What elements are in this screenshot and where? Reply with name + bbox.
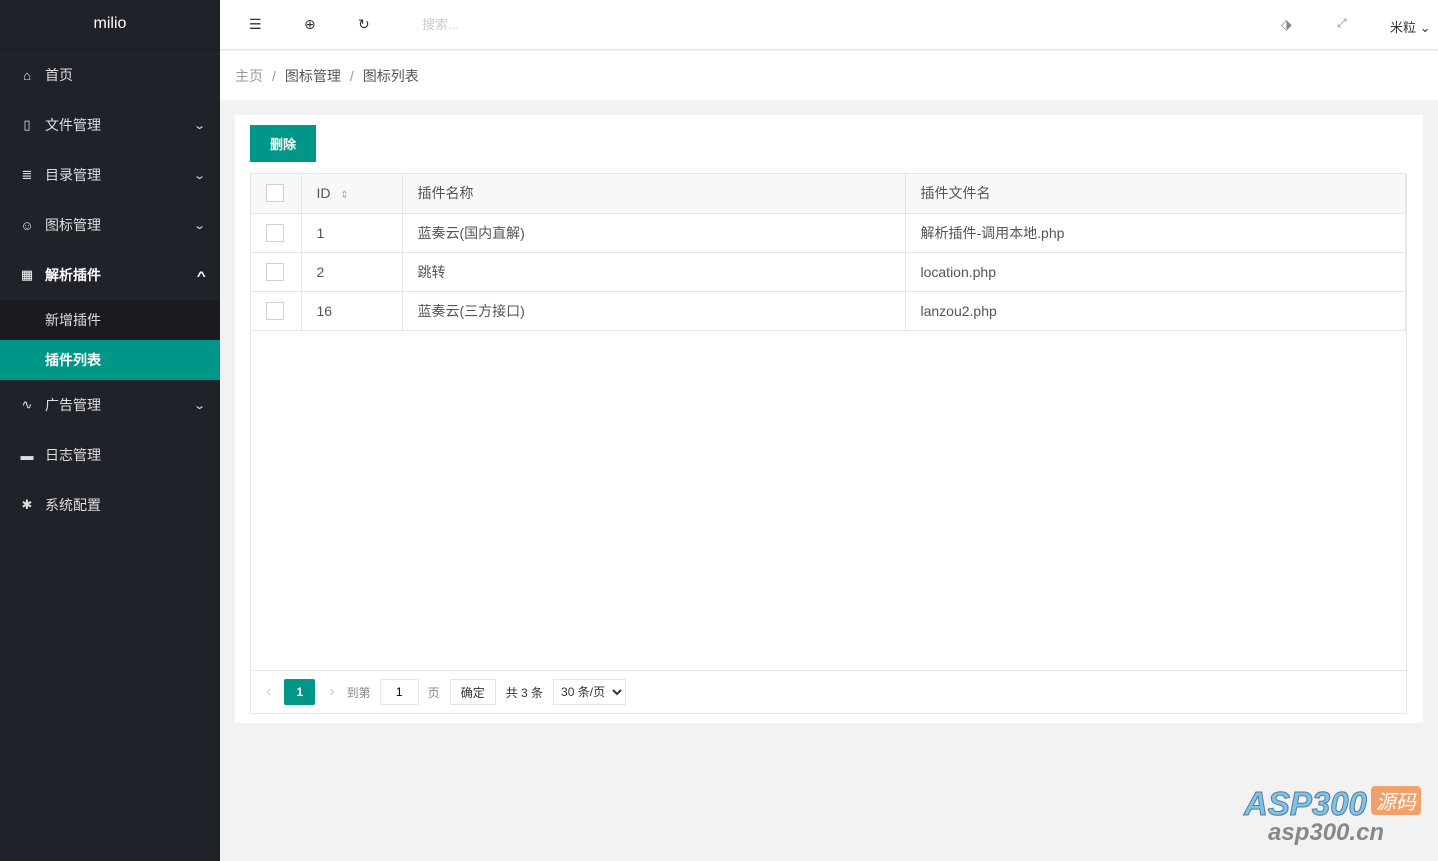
sidebar-item-plugins[interactable]: ▦ 解析插件 ˄ — [0, 250, 220, 300]
goto-page-input[interactable] — [379, 679, 419, 705]
cell-id: 1 — [301, 213, 403, 253]
cell-file: location.php — [905, 252, 1406, 292]
sidebar-item-label: 广告管理 — [45, 397, 101, 413]
chevron-down-icon: ⌄ — [192, 169, 206, 182]
sidebar-item-ads[interactable]: ∿ 广告管理 ⌄ — [0, 380, 220, 430]
next-page-icon[interactable]: › — [329, 683, 334, 701]
cell-id: 16 — [301, 291, 403, 331]
plugin-table: ID ⇕ 插件名称 插件文件名 1 蓝奏云(国内直解) 解析插件-调用本地.php … — [250, 173, 1407, 714]
top-header: ☰ ⊕ ↻ ⬗ ⤢ 米粒 ⌄ — [220, 0, 1438, 50]
file-icon: ▯ — [23, 117, 31, 132]
watermark-brand: ASP300 — [1244, 785, 1368, 823]
breadcrumb-current: 图标列表 — [362, 68, 419, 84]
watermark-url: asp300.cn — [1268, 819, 1385, 846]
sidebar-item-label: 解析插件 — [45, 267, 101, 283]
row-checkbox[interactable] — [266, 301, 284, 320]
cell-name: 蓝奏云(国内直解) — [402, 213, 906, 253]
cell-id: 2 — [301, 252, 403, 292]
cell-file: lanzou2.php — [905, 291, 1406, 331]
sidebar-item-label: 文件管理 — [45, 117, 101, 133]
list-icon: ≣ — [21, 167, 33, 182]
content-card: 删除 ID ⇕ 插件名称 插件文件名 1 蓝奏云(国内直解) 解析插件-调用本地.p… — [235, 115, 1423, 723]
sidebar-item-label: 图标管理 — [45, 217, 101, 233]
sidebar-item-logs[interactable]: ▬ 日志管理 — [0, 430, 220, 480]
watermark-tag: 源码 — [1370, 786, 1421, 815]
apps-icon: ▦ — [20, 267, 34, 282]
chevron-up-icon: ˄ — [196, 269, 206, 281]
table-row: 1 蓝奏云(国内直解) 解析插件-调用本地.php — [251, 213, 1406, 253]
cell-file: 解析插件-调用本地.php — [905, 213, 1406, 253]
chevron-down-icon: ⌄ — [192, 119, 206, 132]
column-file: 插件文件名 — [905, 174, 1406, 214]
app-logo: milio — [0, 0, 220, 50]
column-id[interactable]: ID ⇕ — [301, 174, 403, 214]
user-menu[interactable]: 米粒 ⌄ — [1390, 17, 1431, 36]
breadcrumb: 主页 / 图标管理 / 图标列表 — [220, 51, 1438, 100]
refresh-icon[interactable]: ↻ — [358, 16, 370, 33]
pagination: ‹ 1 › 到第 页 确定 共 3 条 30 条/页 — [251, 670, 1406, 713]
sort-icon[interactable]: ⇕ — [340, 190, 348, 201]
menu-fold-icon[interactable]: ☰ — [249, 16, 262, 33]
sidebar-item-label: 首页 — [45, 67, 73, 83]
page-current[interactable]: 1 — [284, 679, 316, 705]
table-row: 2 跳转 location.php — [251, 252, 1406, 292]
column-name: 插件名称 — [402, 174, 906, 214]
row-checkbox[interactable] — [266, 223, 284, 242]
delete-button[interactable]: 删除 — [250, 125, 316, 162]
sidebar-item-directory[interactable]: ≣ 目录管理 ⌄ — [0, 150, 220, 200]
sidebar-item-home[interactable]: ⌂ 首页 — [0, 50, 220, 100]
sidebar-subitem-add-plugin[interactable]: 新增插件 — [0, 300, 220, 340]
breadcrumb-item[interactable]: 图标管理 — [285, 68, 341, 84]
select-all-checkbox[interactable] — [266, 184, 284, 203]
user-name: 米粒 — [1390, 20, 1417, 35]
home-icon: ⌂ — [23, 67, 31, 83]
fullscreen-icon[interactable]: ⤢ — [1337, 16, 1347, 31]
sidebar-item-files[interactable]: ▯ 文件管理 ⌄ — [0, 100, 220, 150]
prev-page-icon[interactable]: ‹ — [266, 683, 271, 701]
cell-name: 蓝奏云(三方接口) — [402, 291, 906, 331]
search-input[interactable] — [422, 17, 572, 32]
chevron-down-icon: ⌄ — [192, 399, 206, 412]
submenu: 新增插件 插件列表 — [0, 300, 220, 380]
page-label: 页 — [427, 685, 440, 700]
globe-icon[interactable]: ⊕ — [304, 16, 316, 33]
smile-icon: ☺ — [20, 217, 34, 233]
sidebar-item-label: 目录管理 — [45, 167, 101, 183]
page-size-select[interactable]: 30 条/页 — [553, 679, 627, 705]
sidebar-item-icons[interactable]: ☺ 图标管理 ⌄ — [0, 200, 220, 250]
pulse-icon: ∿ — [21, 397, 33, 412]
goto-label: 到第 — [346, 685, 371, 700]
chevron-down-icon: ⌄ — [1419, 20, 1431, 35]
row-checkbox[interactable] — [266, 262, 284, 281]
watermark-logo: ASP300 源码 asp300.cn — [1244, 785, 1421, 847]
table-row: 16 蓝奏云(三方接口) lanzou2.php — [251, 291, 1406, 331]
sidebar-item-label: 日志管理 — [45, 447, 101, 463]
tag-icon[interactable]: ⬗ — [1281, 16, 1292, 33]
total-count: 共 3 条 — [505, 685, 544, 700]
cell-name: 跳转 — [402, 252, 906, 292]
sidebar-item-label: 系统配置 — [45, 497, 101, 513]
table-header: ID ⇕ 插件名称 插件文件名 — [251, 174, 1406, 214]
goto-confirm-button[interactable]: 确定 — [449, 679, 496, 705]
sidebar-subitem-plugin-list[interactable]: 插件列表 — [0, 340, 220, 380]
breadcrumb-home[interactable]: 主页 — [235, 68, 263, 84]
monitor-icon: ▬ — [20, 447, 34, 463]
sidebar: milio ⌂ 首页 ▯ 文件管理 ⌄ ≣ 目录管理 ⌄ ☺ 图标管理 ⌄ ▦ 解析插件 ˄ 新增… — [0, 0, 220, 861]
gear-icon: ✱ — [21, 497, 33, 512]
chevron-down-icon: ⌄ — [192, 219, 206, 232]
column-label: ID — [316, 185, 331, 202]
sidebar-item-settings[interactable]: ✱ 系统配置 — [0, 480, 220, 530]
